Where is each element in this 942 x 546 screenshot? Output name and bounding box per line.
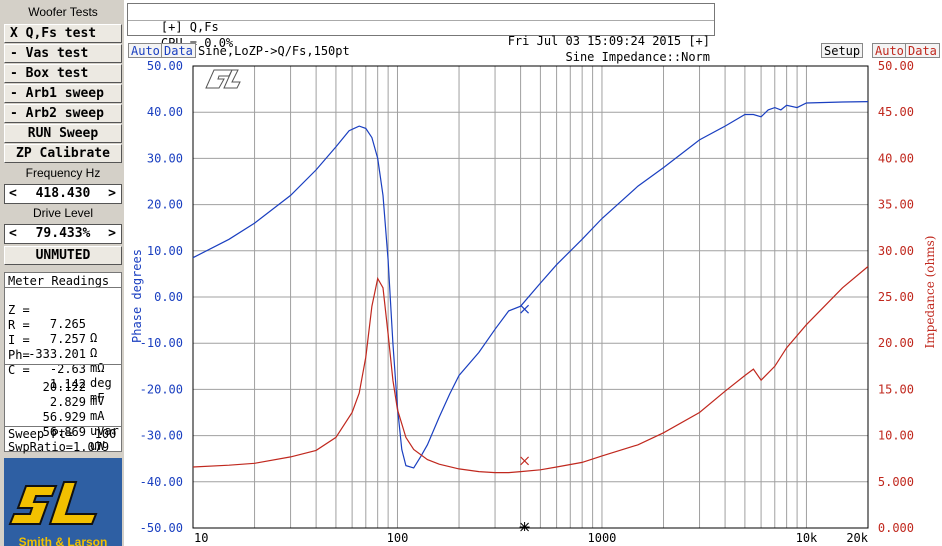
y-axis-label: Phase degrees: [130, 249, 144, 343]
y2-tick-label: 5.000: [878, 475, 914, 489]
y-tick-label: -40.00: [140, 475, 183, 489]
y2-tick-label: 15.00: [878, 382, 914, 396]
y2-tick-label: 35.00: [878, 198, 914, 212]
y2-tick-label: 45.00: [878, 105, 914, 119]
x-axis-ticks: 10 100 1000 10k 20k: [194, 531, 869, 545]
y-tick-label: -50.00: [140, 521, 183, 535]
y2-tick-label: 0.000: [878, 521, 914, 535]
y2-tick-label: 10.00: [878, 429, 914, 443]
x-tick-label: 10k: [796, 531, 818, 545]
y2-tick-label: 50.00: [878, 59, 914, 73]
chart-grid: [193, 66, 868, 528]
y2-tick-label: 30.00: [878, 244, 914, 258]
phase-series-line: [192, 101, 869, 469]
y-tick-label: -20.00: [140, 382, 183, 396]
left-axis-ticks: 50.00 40.00 30.00 20.00 10.00 0.00 -10.00 -20.0…: [140, 59, 183, 535]
x-tick-label: 100: [387, 531, 409, 545]
y2-tick-label: 20.00: [878, 336, 914, 350]
x-tick-label: 20k: [846, 531, 868, 545]
y-tick-label: 10.00: [147, 244, 183, 258]
chart-markers: [519, 304, 530, 532]
x-tick-label: 10: [194, 531, 208, 545]
y-tick-label: -30.00: [140, 429, 183, 443]
impedance-phase-chart[interactable]: 50.00 40.00 30.00 20.00 10.00 0.00 -10.00 -20.0…: [0, 0, 942, 546]
chart-series: [192, 101, 869, 474]
right-axis-ticks: 50.00 45.00 40.00 35.00 30.00 25.00 20.00 15.00…: [878, 59, 914, 535]
y-tick-label: 20.00: [147, 198, 183, 212]
y-tick-label: 40.00: [147, 105, 183, 119]
frequency-cursor-marker: [519, 522, 530, 532]
y2-axis-label: Impedance (ohms): [923, 236, 937, 349]
y2-tick-label: 25.00: [878, 290, 914, 304]
y2-tick-label: 40.00: [878, 151, 914, 165]
y-tick-label: 30.00: [147, 151, 183, 165]
y-tick-label: 50.00: [147, 59, 183, 73]
y-tick-label: -10.00: [140, 336, 183, 350]
sl-watermark-icon: [205, 69, 241, 89]
impedance-marker: [520, 456, 530, 466]
phase-marker: [520, 304, 530, 314]
x-tick-label: 1000: [588, 531, 617, 545]
y-tick-label: 0.00: [154, 290, 183, 304]
